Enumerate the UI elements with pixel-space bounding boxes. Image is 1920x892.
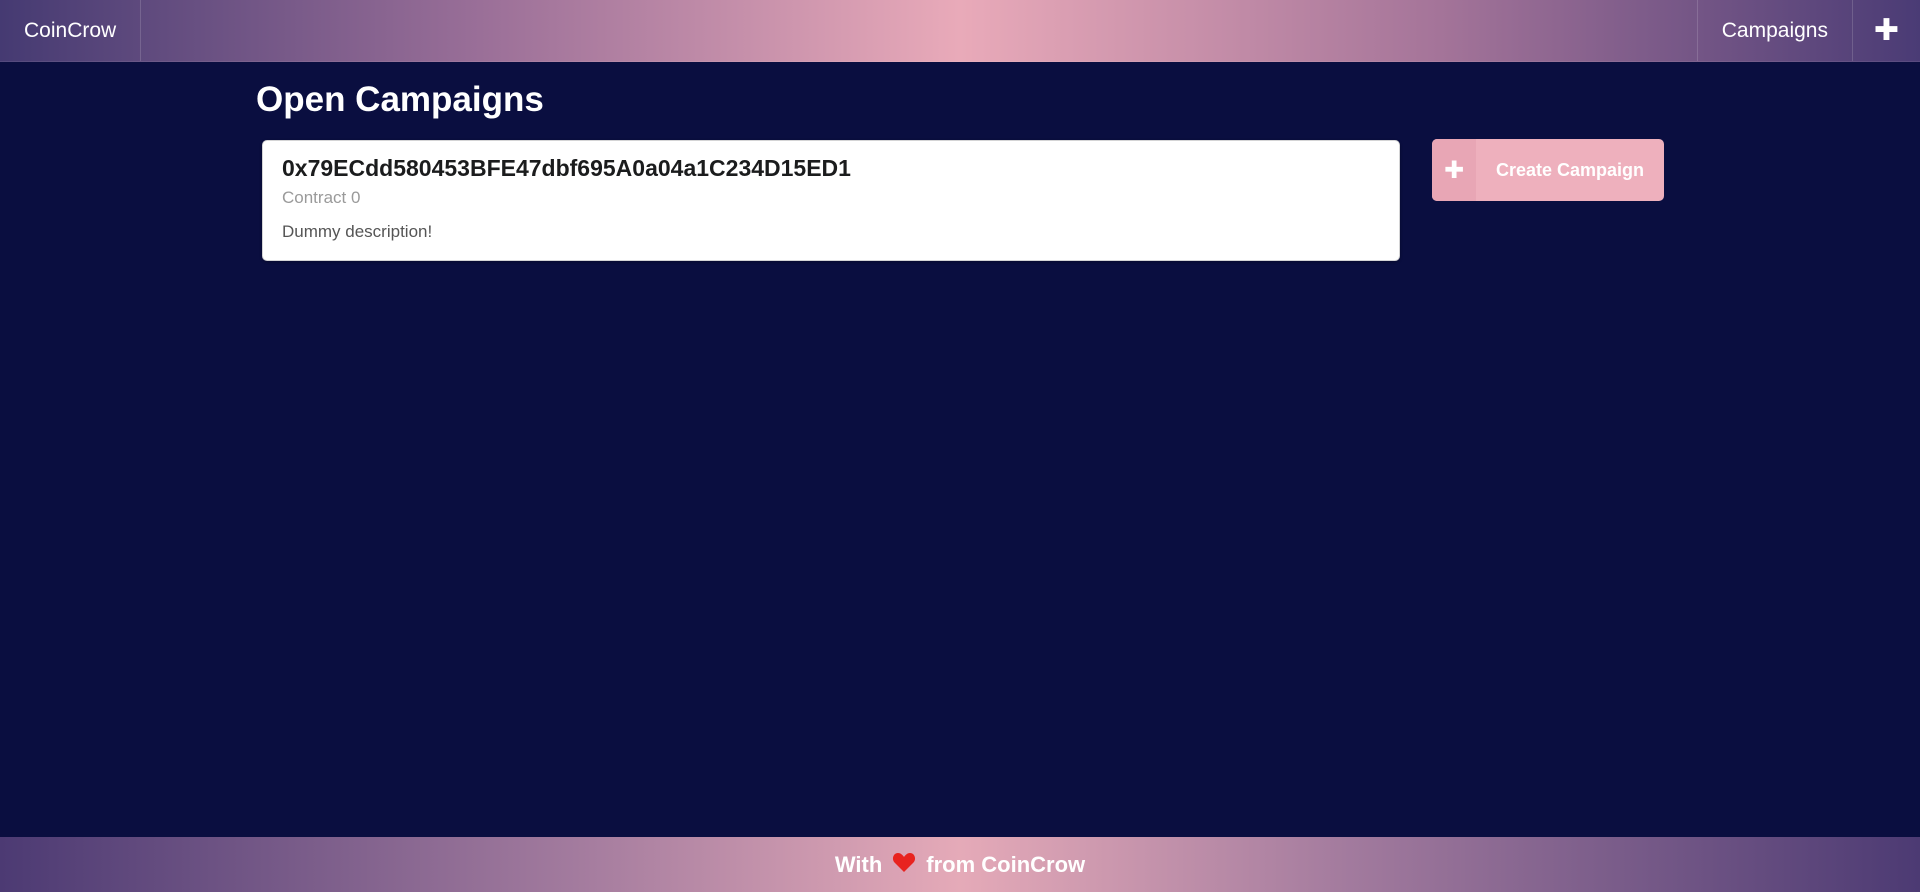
campaign-meta: Contract 0 — [282, 188, 361, 207]
create-campaign-label: Create Campaign — [1495, 159, 1645, 180]
campaign-card[interactable]: 0x79ECdd580453BFE47dbf695A0a04a1C234D15E… — [262, 140, 1400, 261]
footer: With from CoinCrow — [0, 837, 1920, 892]
campaign-address[interactable]: 0x79ECdd580453BFE47dbf695A0a04a1C234D15E… — [282, 155, 1380, 182]
brand-link[interactable]: CoinCrow — [0, 0, 142, 61]
create-campaign-button[interactable]: ✚ Create Campaign — [1432, 139, 1664, 201]
nav-campaigns-link[interactable]: Campaigns — [1696, 0, 1852, 61]
footer-suffix: from CoinCrow — [926, 851, 1086, 877]
page-title: Open Campaigns — [256, 80, 544, 119]
footer-prefix: With — [834, 851, 883, 877]
plus-icon: ✚ — [1873, 13, 1900, 47]
heart-icon — [892, 851, 916, 879]
nav-add-button[interactable]: ✚ — [1852, 0, 1920, 61]
campaign-description: Dummy description! — [282, 222, 433, 241]
top-navbar: CoinCrow Campaigns ✚ — [0, 0, 1920, 62]
brand-label: CoinCrow — [24, 18, 117, 42]
nav-campaigns-label: Campaigns — [1721, 18, 1828, 42]
plus-icon: ✚ — [1432, 139, 1476, 201]
